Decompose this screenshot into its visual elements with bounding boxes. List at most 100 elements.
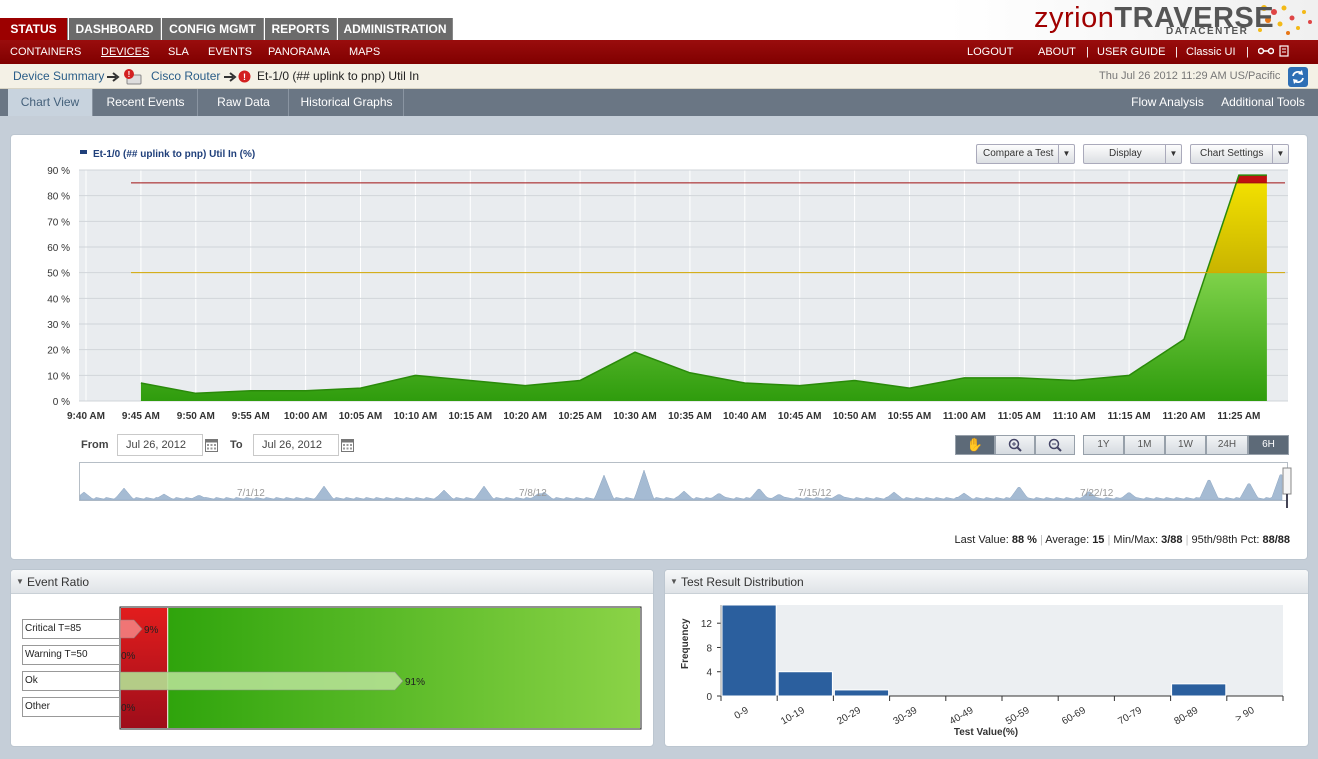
event-ratio-chart	[119, 606, 642, 730]
legend-swatch	[80, 150, 87, 154]
y-tick-label: 12	[701, 619, 713, 630]
to-date-input[interactable]: Jul 26, 2012	[253, 434, 339, 456]
histogram-bar	[1171, 683, 1227, 697]
x-tick-label: 10-19	[779, 705, 807, 728]
x-tick-label: 60-69	[1060, 705, 1088, 728]
navigator-date: 7/22/12	[1080, 488, 1114, 499]
zoom-out-icon	[1048, 438, 1062, 452]
ok-label: Ok	[22, 671, 120, 691]
x-tick-label: 20-29	[835, 705, 863, 728]
plot-background	[79, 170, 1288, 401]
display-button[interactable]: Display ▼	[1083, 144, 1182, 164]
navigator-date: 7/1/12	[237, 488, 265, 499]
distribution-header[interactable]: ▼ Test Result Distribution	[665, 570, 1308, 594]
chart-settings-button[interactable]: Chart Settings ▼	[1190, 144, 1289, 164]
y-tick-label: 70 %	[47, 217, 70, 228]
y-tick-label: 0 %	[53, 397, 70, 408]
y-tick-label: 90 %	[47, 166, 70, 177]
x-tick-label: 10:30 AM	[613, 411, 657, 422]
range-1y-button[interactable]: 1Y	[1083, 435, 1124, 455]
x-tick-label: 10:45 AM	[778, 411, 822, 422]
to-label: To	[230, 439, 243, 451]
range-24h-button[interactable]: 24H	[1206, 435, 1248, 455]
histogram-bar	[721, 604, 777, 697]
range-1m-button[interactable]: 1M	[1124, 435, 1165, 455]
percentile-value: 88/88	[1262, 534, 1290, 546]
collapse-triangle-icon: ▼	[670, 577, 678, 586]
chart-legend: Et-1/0 (## uplink to pnp) Util In (%)	[93, 149, 255, 160]
x-tick-label: 9:55 AM	[232, 411, 270, 422]
from-label: From	[81, 439, 109, 451]
range-1w-button[interactable]: 1W	[1165, 435, 1206, 455]
zoom-in-button[interactable]	[995, 435, 1035, 455]
x-tick-label: 10:25 AM	[558, 411, 602, 422]
average-value: 15	[1092, 534, 1105, 546]
min-max-value: 3/88	[1161, 534, 1183, 546]
x-tick-label: 40-49	[948, 705, 976, 728]
chevron-down-icon: ▼	[1058, 145, 1074, 163]
x-tick-label: 11:05 AM	[998, 411, 1041, 422]
y-tick-label: 40 %	[47, 294, 70, 305]
critical-ratio-bar	[121, 608, 168, 728]
y-tick-label: 8	[706, 643, 712, 654]
y-tick-label: 60 %	[47, 243, 70, 254]
x-tick-label: 80-89	[1173, 705, 1201, 728]
critical-label: Critical T=85	[22, 619, 120, 639]
x-tick-label: 50-59	[1004, 705, 1032, 728]
navigator-date: 7/15/12	[798, 488, 832, 499]
x-tick-label: 10:05 AM	[339, 411, 383, 422]
x-tick-label: 10:35 AM	[668, 411, 712, 422]
histogram-bar	[777, 671, 833, 697]
x-tick-label: 11:15 AM	[1108, 411, 1151, 422]
x-tick-label: 11:25 AM	[1217, 411, 1260, 422]
compare-test-button[interactable]: Compare a Test ▼	[976, 144, 1075, 164]
calendar-icon[interactable]	[341, 439, 354, 452]
x-tick-label: > 90	[1234, 705, 1257, 725]
y-tick-label: 4	[706, 668, 712, 679]
x-tick-label: 10:50 AM	[833, 411, 877, 422]
pan-button[interactable]: ✋	[955, 435, 995, 455]
y-tick-label: 10 %	[47, 371, 70, 382]
y-tick-label: 30 %	[47, 320, 70, 331]
y-tick-label: 0	[706, 692, 712, 703]
x-tick-label: 30-39	[892, 705, 920, 728]
x-tick-label: 70-79	[1116, 705, 1144, 728]
stats-summary: Last Value: 88 % | Average: 15 | Min/Max…	[954, 534, 1290, 546]
x-tick-label: 10:10 AM	[394, 411, 438, 422]
calendar-icon[interactable]	[205, 439, 218, 452]
chevron-down-icon: ▼	[1272, 145, 1288, 163]
collapse-triangle-icon: ▼	[16, 577, 24, 586]
x-tick-label: 9:45 AM	[122, 411, 160, 422]
x-tick-label: 0-9	[733, 705, 751, 722]
range-navigator[interactable]: 7/1/12 7/8/12 7/15/12 7/22/12	[79, 462, 1294, 512]
other-label: Other	[22, 697, 120, 717]
navigator-handle[interactable]	[1282, 467, 1292, 495]
y-tick-label: 20 %	[47, 346, 70, 357]
range-6h-button[interactable]: 6H	[1248, 435, 1289, 455]
chevron-down-icon: ▼	[1165, 145, 1181, 163]
y-tick-label: 50 %	[47, 269, 70, 280]
y-axis-label: Frequency	[680, 618, 691, 669]
x-tick-label: 10:20 AM	[503, 411, 547, 422]
x-tick-label: 10:15 AM	[449, 411, 493, 422]
x-tick-label: 9:40 AM	[67, 411, 105, 422]
warning-label: Warning T=50	[22, 645, 120, 665]
x-tick-label: 11:10 AM	[1053, 411, 1096, 422]
x-tick-label: 11:00 AM	[943, 411, 986, 422]
last-value: 88 %	[1011, 534, 1037, 546]
zoom-out-button[interactable]	[1035, 435, 1075, 455]
x-tick-label: 10:55 AM	[888, 411, 932, 422]
x-axis-label: Test Value(%)	[954, 727, 1018, 738]
y-tick-label: 80 %	[47, 192, 70, 203]
zoom-in-icon	[1008, 438, 1022, 452]
from-date-input[interactable]: Jul 26, 2012	[117, 434, 203, 456]
event-ratio-header[interactable]: ▼ Event Ratio	[11, 570, 653, 594]
x-tick-label: 9:50 AM	[177, 411, 215, 422]
ok-ratio-bar	[167, 608, 640, 728]
x-tick-label: 10:40 AM	[723, 411, 767, 422]
distribution-chart: 0 4 8 12 0-9 10-19 20-29 30-39 40-49 50-59 60-69 70…	[680, 604, 1284, 738]
x-tick-label: 10:00 AM	[284, 411, 328, 422]
main-chart: 0 %10 %20 %30 %40 %50 %60 %70 %80 %90 % …	[47, 149, 1288, 422]
histogram-bar	[833, 689, 890, 697]
x-tick-label: 11:20 AM	[1163, 411, 1206, 422]
